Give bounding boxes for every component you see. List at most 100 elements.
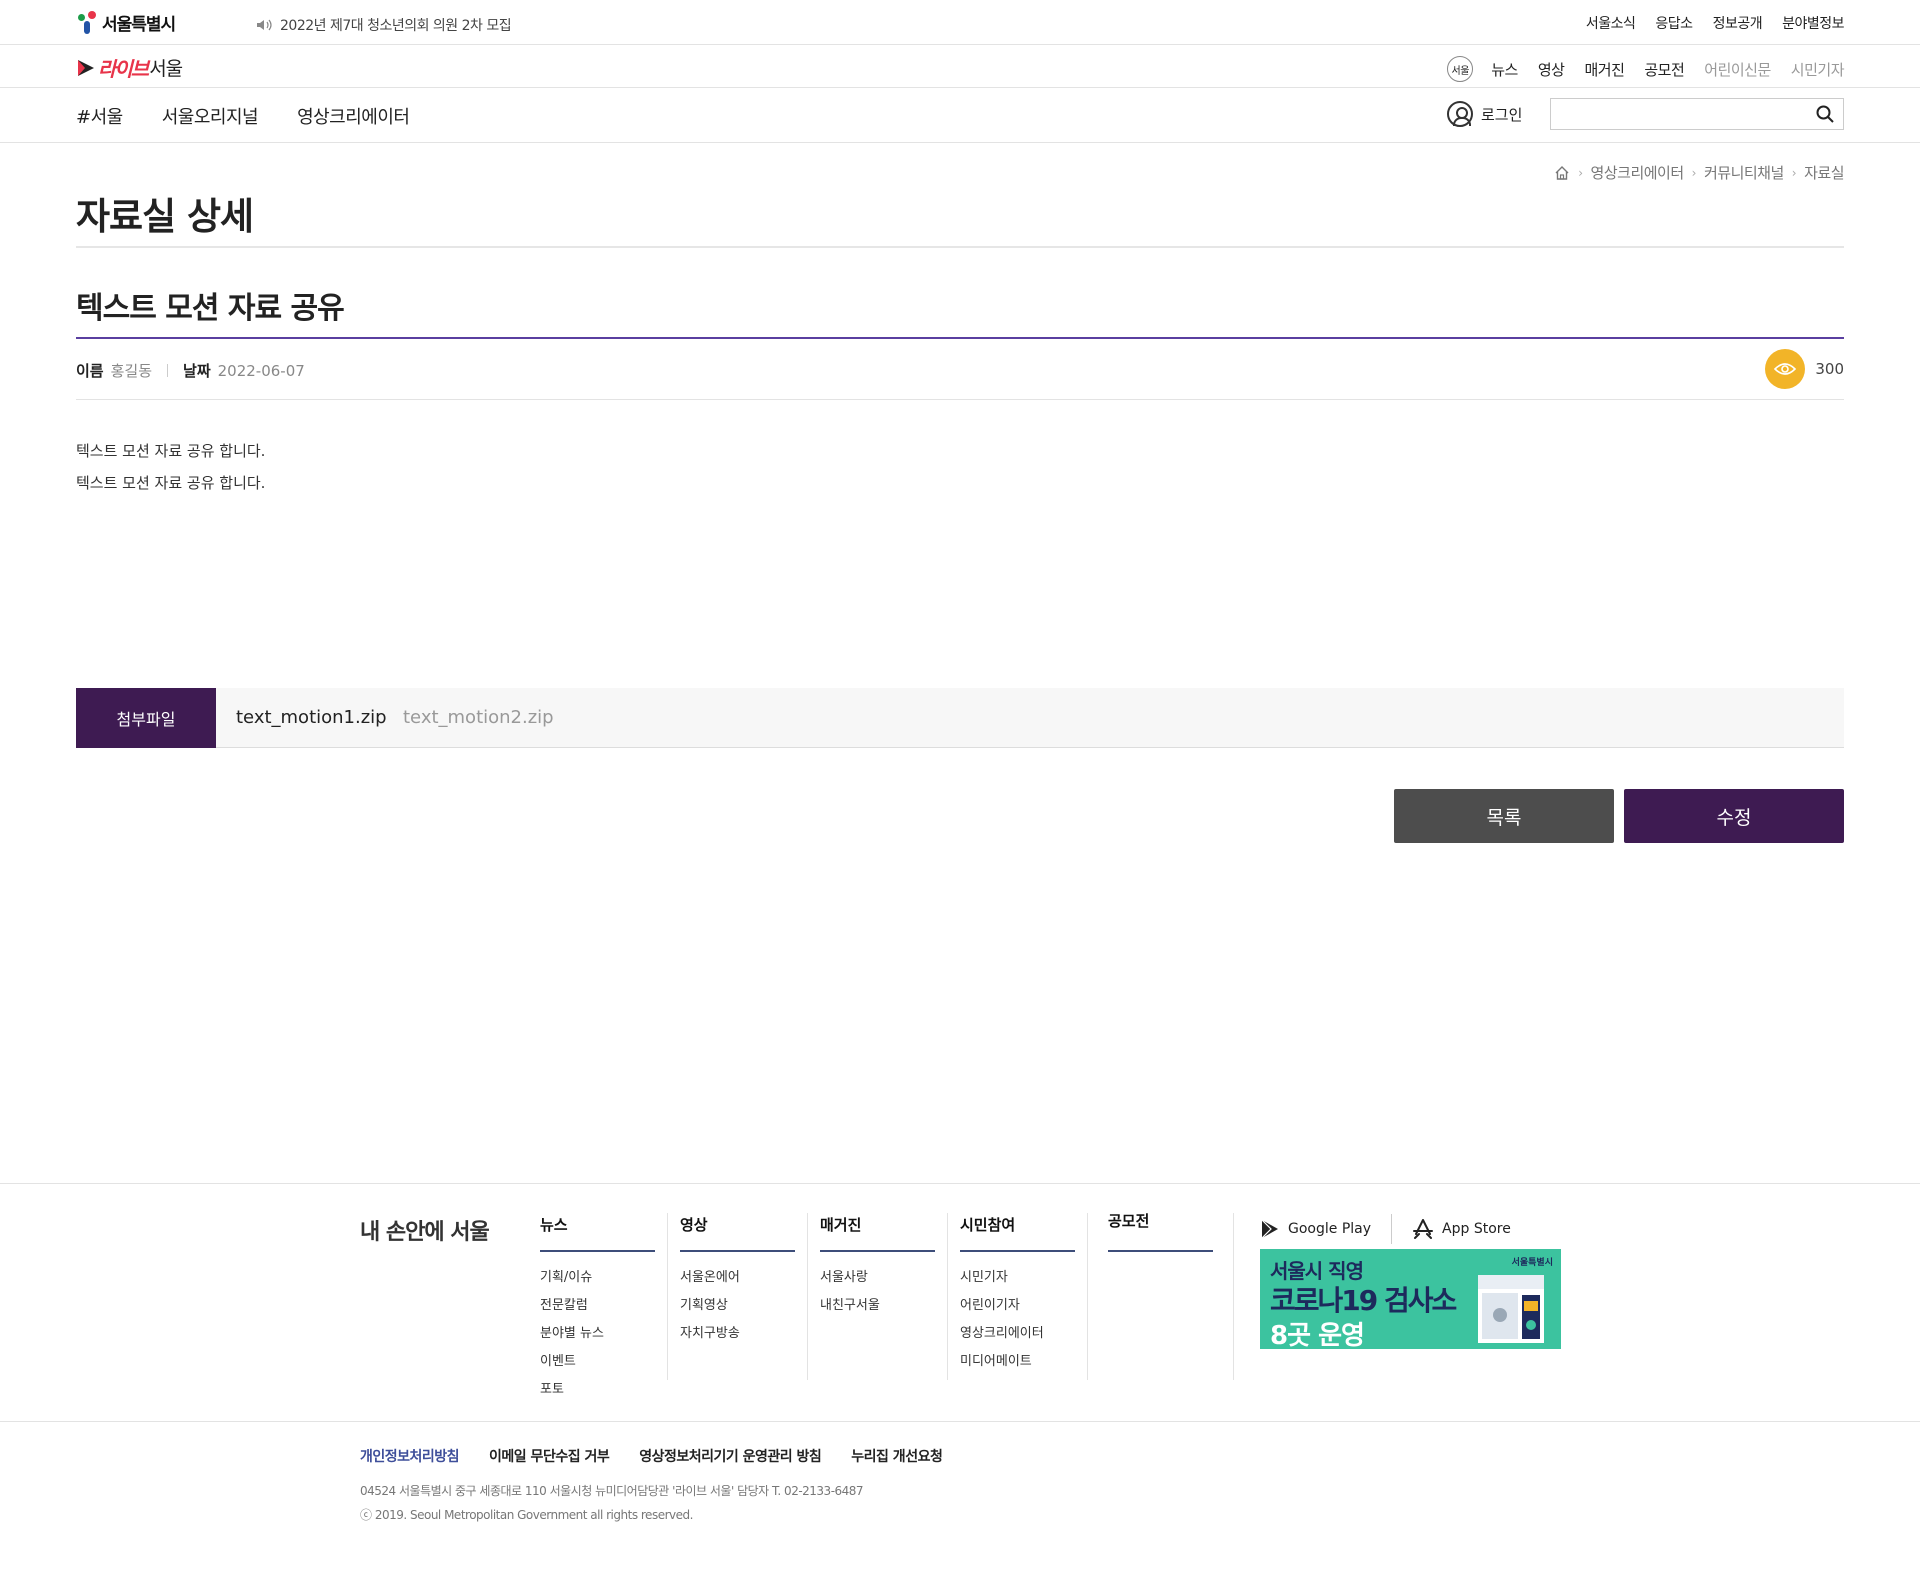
footer-column-video: 영상 서울온에어 기획영상 자치구방송 xyxy=(680,1214,795,1350)
play-icon xyxy=(78,59,94,76)
main-nav-menu: #서울 서울오리지널 영상크리에이터 xyxy=(76,103,410,129)
footer-column-title[interactable]: 뉴스 xyxy=(540,1214,655,1252)
content-line: 텍스트 모션 자료 공유 합니다. xyxy=(76,442,266,460)
search-input[interactable] xyxy=(1557,100,1807,128)
breadcrumb-item[interactable]: 영상크리에이터 xyxy=(1591,162,1685,183)
search-box xyxy=(1550,98,1844,130)
google-play-icon xyxy=(1261,1219,1278,1239)
footer-link[interactable]: 포토 xyxy=(540,1378,655,1406)
cctv-policy-link[interactable]: 영상정보처리기기 운영관리 방침 xyxy=(639,1446,822,1466)
seoul-badge-icon[interactable]: 서울 xyxy=(1447,56,1474,82)
covid-test-banner[interactable]: 서울시 직영 코로나19 검사소 8곳 운영 서울특별시 xyxy=(1260,1249,1561,1349)
seoul-logo-icon xyxy=(76,10,98,35)
footer-link[interactable]: 서울사랑 xyxy=(820,1266,935,1294)
menu-news[interactable]: 뉴스 xyxy=(1491,59,1518,80)
footer-link[interactable]: 시민기자 xyxy=(960,1266,1075,1294)
footer-link[interactable]: 내친구서울 xyxy=(820,1294,935,1322)
login-button[interactable]: 로그인 xyxy=(1447,101,1522,127)
divider xyxy=(76,399,1844,400)
site-improvement-link[interactable]: 누리집 개선요청 xyxy=(851,1446,943,1466)
footer-link[interactable]: 자치구방송 xyxy=(680,1322,795,1350)
footer-link[interactable]: 전문칼럼 xyxy=(540,1294,655,1322)
main-nav: #서울 서울오리지널 영상크리에이터 로그인 xyxy=(0,88,1920,143)
live-seoul-logo[interactable]: 라이브 서울 xyxy=(76,53,183,82)
footer-column-divider xyxy=(947,1213,948,1380)
eye-icon xyxy=(1765,349,1806,389)
footer-link[interactable]: 영상크리에이터 xyxy=(960,1322,1075,1350)
author-label: 이름 xyxy=(76,362,104,380)
footer-link[interactable]: 서울온에어 xyxy=(680,1266,795,1294)
menu-citizen-reporter[interactable]: 시민기자 xyxy=(1791,59,1845,80)
footer-column-title[interactable]: 영상 xyxy=(680,1214,795,1252)
footer-link[interactable]: 미디어메이트 xyxy=(960,1350,1075,1378)
google-play-label: Google Play xyxy=(1288,1221,1372,1237)
footer-link[interactable]: 어린이기자 xyxy=(960,1294,1075,1322)
live-seoul-menu: 서울 뉴스 영상 매거진 공모전 어린이신문 시민기자 xyxy=(1447,56,1845,82)
banner-logo: 서울특별시 xyxy=(1511,1258,1553,1268)
page: 서울특별시 2022년 제7대 청소년의회 의원 2차 모집 서울소식 응답소 … xyxy=(0,0,1920,1586)
live-seoul-bar: 라이브 서울 서울 뉴스 영상 매거진 공모전 어린이신문 시민기자 xyxy=(0,45,1920,88)
breadcrumb-item-current[interactable]: 자료실 xyxy=(1804,162,1844,183)
util-link-field-info[interactable]: 분야별정보 xyxy=(1782,13,1844,33)
footer-column-participation: 시민참여 시민기자 어린이기자 영상크리에이터 미디어메이트 xyxy=(960,1214,1075,1378)
menu-magazine[interactable]: 매거진 xyxy=(1584,59,1624,80)
post-content: 텍스트 모션 자료 공유 합니다. 텍스트 모션 자료 공유 합니다. xyxy=(76,435,265,499)
util-link-info-open[interactable]: 정보공개 xyxy=(1713,13,1763,33)
chevron-right-icon: › xyxy=(1578,165,1583,180)
notice-text: 2022년 제7대 청소년의회 의원 2차 모집 xyxy=(280,18,512,34)
footer-address: 04524 서울특별시 중구 세종대로 110 서울시청 뉴미디어담당관 '라이… xyxy=(360,1484,864,1498)
app-links: Google Play App Store xyxy=(1260,1214,1511,1244)
view-count-value: 300 xyxy=(1815,360,1844,378)
nav-item-seoul-tag[interactable]: #서울 xyxy=(76,103,123,129)
footer-column-news: 뉴스 기획/이슈 전문칼럼 분야별 뉴스 이벤트 포토 xyxy=(540,1214,655,1406)
util-link-eungdapso[interactable]: 응답소 xyxy=(1655,13,1693,33)
breadcrumb-item[interactable]: 커뮤니티채널 xyxy=(1704,162,1784,183)
utility-nav: 서울소식 응답소 정보공개 분야별정보 xyxy=(1586,13,1845,33)
nav-item-seoul-original[interactable]: 서울오리지널 xyxy=(162,103,259,129)
seoul-logo[interactable]: 서울특별시 xyxy=(76,10,176,35)
post-meta: 이름 홍길동 날짜 2022-06-07 xyxy=(76,360,305,381)
util-link-seoul-news[interactable]: 서울소식 xyxy=(1586,13,1636,33)
email-refusal-link[interactable]: 이메일 무단수집 거부 xyxy=(489,1446,610,1466)
chevron-right-icon: › xyxy=(1691,165,1697,180)
footer-column-title[interactable]: 공모전 xyxy=(1108,1210,1213,1252)
menu-video[interactable]: 영상 xyxy=(1538,59,1565,80)
footer-column-divider xyxy=(1233,1213,1234,1380)
privacy-policy-link[interactable]: 개인정보처리방침 xyxy=(360,1446,460,1466)
footer-column-divider xyxy=(1087,1213,1088,1380)
edit-button[interactable]: 수정 xyxy=(1624,789,1844,843)
app-store-icon xyxy=(1413,1219,1434,1239)
page-title: 자료실 상세 xyxy=(76,195,254,238)
attachment-file[interactable]: text_motion2.zip xyxy=(403,707,554,728)
home-icon[interactable] xyxy=(1554,165,1570,180)
footer-column-title[interactable]: 매거진 xyxy=(820,1214,935,1252)
notice-banner[interactable]: 2022년 제7대 청소년의회 의원 2차 모집 xyxy=(256,15,512,35)
google-play-link[interactable]: Google Play xyxy=(1260,1219,1371,1239)
menu-kids-news[interactable]: 어린이신문 xyxy=(1704,59,1771,80)
app-store-label: App Store xyxy=(1442,1221,1511,1237)
banner-line2: 코로나19 검사소 xyxy=(1270,1284,1457,1317)
footer-column-title[interactable]: 시민참여 xyxy=(960,1214,1075,1252)
breadcrumb: › 영상크리에이터 › 커뮤니티채널 › 자료실 xyxy=(1554,162,1844,183)
seoul-logo-text: 서울특별시 xyxy=(102,15,176,35)
post-title: 텍스트 모션 자료 공유 xyxy=(76,291,345,326)
footer-divider xyxy=(0,1421,1920,1422)
attachment-label: 첨부파일 xyxy=(76,688,216,748)
footer-link[interactable]: 기획영상 xyxy=(680,1294,795,1322)
chevron-right-icon: › xyxy=(1791,165,1797,180)
footer-column-contest: 공모전 xyxy=(1108,1210,1213,1252)
attachment-file[interactable]: text_motion1.zip xyxy=(236,707,387,728)
footer-link[interactable]: 이벤트 xyxy=(540,1350,655,1378)
footer-link[interactable]: 분야별 뉴스 xyxy=(540,1322,655,1350)
footer-policy-links: 개인정보처리방침 이메일 무단수집 거부 영상정보처리기기 운영관리 방침 누리… xyxy=(360,1446,943,1466)
nav-item-video-creator[interactable]: 영상크리에이터 xyxy=(297,103,410,129)
menu-contest[interactable]: 공모전 xyxy=(1644,59,1684,80)
list-button[interactable]: 목록 xyxy=(1394,789,1614,843)
top-bar: 서울특별시 2022년 제7대 청소년의회 의원 2차 모집 서울소식 응답소 … xyxy=(0,0,1920,45)
speaker-icon xyxy=(257,19,272,31)
app-store-link[interactable]: App Store xyxy=(1412,1219,1511,1239)
test-booth-illustration xyxy=(1478,1275,1544,1343)
search-icon[interactable] xyxy=(1816,105,1834,123)
live-logo-text: 서울 xyxy=(149,58,183,80)
footer-link[interactable]: 기획/이슈 xyxy=(540,1266,655,1294)
